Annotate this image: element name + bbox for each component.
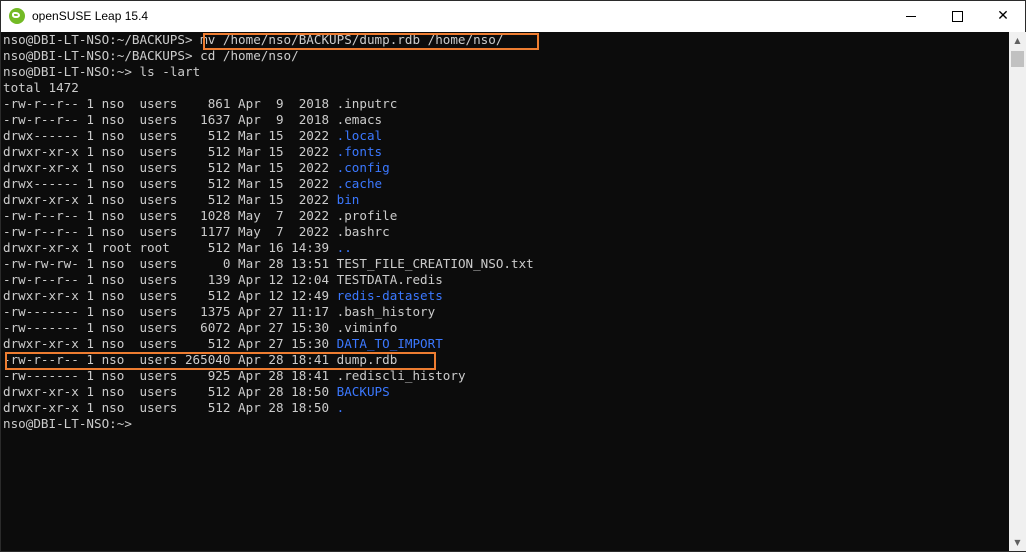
output-line: total 1472 (3, 80, 1007, 96)
prompt-line: nso@DBI-LT-NSO:~> ls -lart (3, 64, 1007, 80)
file-metadata: drwxr-xr-x 1 nso users 512 Apr 28 18:50 (3, 384, 337, 399)
file-name: .profile (336, 208, 398, 223)
directory-name: .config (336, 160, 390, 175)
file-metadata: drwx------ 1 nso users 512 Mar 15 2022 (3, 176, 337, 191)
file-metadata: drwxr-xr-x 1 nso users 512 Mar 15 2022 (3, 160, 337, 175)
file-metadata: -rw-r--r-- 1 nso users 861 Apr 9 2018 (3, 96, 337, 111)
file-metadata: drwxr-xr-x 1 nso users 512 Apr 12 12:49 (3, 288, 337, 303)
directory-name: bin (336, 192, 360, 207)
file-name: .inputrc (336, 96, 398, 111)
directory-name: redis-datasets (336, 288, 443, 303)
command-text: ls -lart (131, 64, 201, 79)
directory-name: .fonts (336, 144, 383, 159)
directory-name: DATA_TO_IMPORT (336, 336, 443, 351)
file-entry: drwx------ 1 nso users 512 Mar 15 2022 .… (3, 128, 1007, 144)
close-icon: ✕ (997, 8, 1009, 24)
file-entry: drwxr-xr-x 1 nso users 512 Mar 15 2022 .… (3, 160, 1007, 176)
file-name: .rediscli_history (336, 368, 466, 383)
file-metadata: drwxr-xr-x 1 root root 512 Mar 16 14:39 (3, 240, 337, 255)
window-title: openSUSE Leap 15.4 (32, 9, 149, 23)
directory-name: .local (336, 128, 383, 143)
file-metadata: -rw-r--r-- 1 nso users 1177 May 7 2022 (3, 224, 337, 239)
minimize-icon (906, 15, 916, 17)
file-name: .viminfo (336, 320, 398, 335)
prompt: nso@DBI-LT-NSO:~/BACKUPS> (3, 32, 193, 47)
scroll-down-arrow-icon[interactable]: ▼ (1009, 534, 1026, 551)
file-metadata: -rw------- 1 nso users 6072 Apr 27 15:30 (3, 320, 337, 335)
file-metadata: -rw-rw-rw- 1 nso users 0 Mar 28 13:51 (3, 256, 337, 271)
file-entry: -rw-r--r-- 1 nso users 1028 May 7 2022 .… (3, 208, 1007, 224)
minimize-button[interactable] (888, 1, 934, 32)
maximize-icon (951, 10, 963, 22)
file-entry: -rw------- 1 nso users 925 Apr 28 18:41 … (3, 368, 1007, 384)
file-entry: drwxr-xr-x 1 nso users 512 Mar 15 2022 .… (3, 144, 1007, 160)
file-name: dump.rdb (336, 352, 398, 367)
file-entry: -rw------- 1 nso users 6072 Apr 27 15:30… (3, 320, 1007, 336)
command-text: cd /home/nso/ (192, 48, 299, 63)
terminal-output[interactable]: nso@DBI-LT-NSO:~/BACKUPS> mv /home/nso/B… (3, 32, 1007, 551)
file-entry: -rw-r--r-- 1 nso users 861 Apr 9 2018 .i… (3, 96, 1007, 112)
file-entry: -rw------- 1 nso users 1375 Apr 27 11:17… (3, 304, 1007, 320)
command-text: mv /home/nso/BACKUPS/dump.rdb /home/nso/ (192, 32, 504, 47)
prompt: nso@DBI-LT-NSO:~> (3, 416, 132, 431)
directory-name: . (336, 400, 345, 415)
opensuse-logo-icon (9, 8, 25, 24)
file-entry: drwxr-xr-x 1 nso users 512 Apr 27 15:30 … (3, 336, 1007, 352)
terminal-window: openSUSE Leap 15.4 ✕ nso@DBI-LT-NSO:~/BA… (0, 0, 1026, 552)
file-metadata: drwxr-xr-x 1 nso users 512 Apr 27 15:30 (3, 336, 337, 351)
file-name: TEST_FILE_CREATION_NSO.txt (336, 256, 534, 271)
file-name: .bashrc (336, 224, 390, 239)
prompt-line: nso@DBI-LT-NSO:~> (3, 416, 1007, 432)
directory-name: .. (336, 240, 352, 255)
close-button[interactable]: ✕ (980, 1, 1026, 32)
output-text: total 1472 (3, 80, 79, 95)
file-name: .emacs (336, 112, 383, 127)
file-metadata: -rw-r--r-- 1 nso users 139 Apr 12 12:04 (3, 272, 337, 287)
file-metadata: drwxr-xr-x 1 nso users 512 Mar 15 2022 (3, 192, 337, 207)
vertical-scrollbar[interactable]: ▲ ▼ (1009, 32, 1026, 551)
prompt: nso@DBI-LT-NSO:~> (3, 64, 132, 79)
scrollbar-thumb[interactable] (1011, 51, 1024, 67)
file-entry: -rw-r--r-- 1 nso users 1177 May 7 2022 .… (3, 224, 1007, 240)
file-metadata: drwxr-xr-x 1 nso users 512 Apr 28 18:50 (3, 400, 337, 415)
scroll-up-arrow-icon[interactable]: ▲ (1009, 32, 1026, 49)
file-entry: drwx------ 1 nso users 512 Mar 15 2022 .… (3, 176, 1007, 192)
file-entry: drwxr-xr-x 1 nso users 512 Apr 28 18:50 … (3, 384, 1007, 400)
file-metadata: -rw-r--r-- 1 nso users 1028 May 7 2022 (3, 208, 337, 223)
file-entry: -rw-rw-rw- 1 nso users 0 Mar 28 13:51 TE… (3, 256, 1007, 272)
file-entry: drwxr-xr-x 1 nso users 512 Apr 28 18:50 … (3, 400, 1007, 416)
file-metadata: -rw-r--r-- 1 nso users 1637 Apr 9 2018 (3, 112, 337, 127)
prompt-line: nso@DBI-LT-NSO:~/BACKUPS> mv /home/nso/B… (3, 32, 1007, 48)
file-entry: -rw-r--r-- 1 nso users 139 Apr 12 12:04 … (3, 272, 1007, 288)
file-entry: drwxr-xr-x 1 nso users 512 Apr 12 12:49 … (3, 288, 1007, 304)
file-entry: drwxr-xr-x 1 nso users 512 Mar 15 2022 b… (3, 192, 1007, 208)
directory-name: BACKUPS (336, 384, 390, 399)
prompt: nso@DBI-LT-NSO:~/BACKUPS> (3, 48, 193, 63)
title-bar[interactable]: openSUSE Leap 15.4 ✕ (1, 1, 1025, 32)
prompt-line: nso@DBI-LT-NSO:~/BACKUPS> cd /home/nso/ (3, 48, 1007, 64)
file-metadata: -rw------- 1 nso users 1375 Apr 27 11:17 (3, 304, 337, 319)
directory-name: .cache (336, 176, 383, 191)
file-metadata: drwxr-xr-x 1 nso users 512 Mar 15 2022 (3, 144, 337, 159)
file-metadata: drwx------ 1 nso users 512 Mar 15 2022 (3, 128, 337, 143)
file-metadata: -rw------- 1 nso users 925 Apr 28 18:41 (3, 368, 337, 383)
file-name: .bash_history (336, 304, 436, 319)
maximize-button[interactable] (934, 1, 980, 32)
file-entry: -rw-r--r-- 1 nso users 1637 Apr 9 2018 .… (3, 112, 1007, 128)
file-metadata: -rw-r--r-- 1 nso users 265040 Apr 28 18:… (3, 352, 337, 367)
file-entry: -rw-r--r-- 1 nso users 265040 Apr 28 18:… (3, 352, 1007, 368)
file-entry: drwxr-xr-x 1 root root 512 Mar 16 14:39 … (3, 240, 1007, 256)
file-name: TESTDATA.redis (336, 272, 443, 287)
